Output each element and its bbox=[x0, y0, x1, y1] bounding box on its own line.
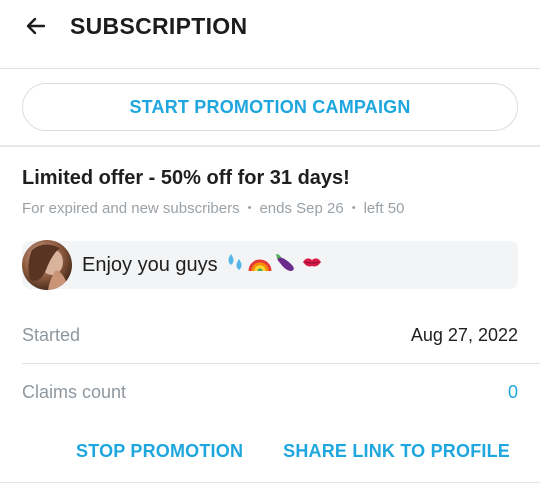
share-link-to-profile-button[interactable]: SHARE LINK TO PROFILE bbox=[283, 441, 510, 462]
offer-ends: ends Sep 26 bbox=[259, 200, 344, 217]
promotion-actions: STOP PROMOTION SHARE LINK TO PROFILE bbox=[0, 420, 540, 482]
started-value: Aug 27, 2022 bbox=[410, 324, 518, 345]
offer-left: left 50 bbox=[363, 200, 405, 217]
message-text: Enjoy you guys bbox=[82, 253, 218, 276]
offer-title: Limited offer - 50% off for 31 days! bbox=[22, 167, 350, 189]
divider bbox=[0, 482, 540, 483]
separator-dot: • bbox=[247, 202, 252, 214]
start-promotion-campaign-button[interactable]: START PROMOTION CAMPAIGN bbox=[22, 83, 518, 131]
app-header: SUBSCRIPTION bbox=[0, 0, 540, 52]
started-row: Started Aug 27, 2022 bbox=[0, 307, 540, 363]
arrow-left-icon[interactable] bbox=[22, 12, 50, 40]
page-title: SUBSCRIPTION bbox=[70, 12, 248, 39]
sweat-droplets-icon bbox=[224, 251, 246, 279]
offer-section: Limited offer - 50% off for 31 days! For… bbox=[0, 147, 540, 217]
kiss-mark-icon bbox=[300, 251, 324, 279]
started-label: Started bbox=[22, 324, 81, 345]
stop-promotion-button[interactable]: STOP PROMOTION bbox=[76, 441, 243, 462]
offer-meta: For expired and new subscribers • ends S… bbox=[22, 200, 518, 217]
claims-label: Claims count bbox=[22, 381, 127, 402]
offer-audience: For expired and new subscribers bbox=[22, 200, 240, 217]
avatar bbox=[22, 240, 72, 290]
campaign-section: START PROMOTION CAMPAIGN bbox=[0, 69, 540, 145]
rainbow-icon bbox=[248, 251, 272, 279]
separator-dot: • bbox=[351, 202, 356, 214]
message-text-wrap: Enjoy you guys bbox=[82, 251, 324, 279]
emoji-row bbox=[224, 251, 324, 279]
claims-value[interactable]: 0 bbox=[508, 382, 518, 403]
eggplant-icon bbox=[274, 251, 298, 279]
promotion-message: Enjoy you guys bbox=[22, 240, 518, 290]
claims-row: Claims count 0 bbox=[0, 364, 540, 420]
